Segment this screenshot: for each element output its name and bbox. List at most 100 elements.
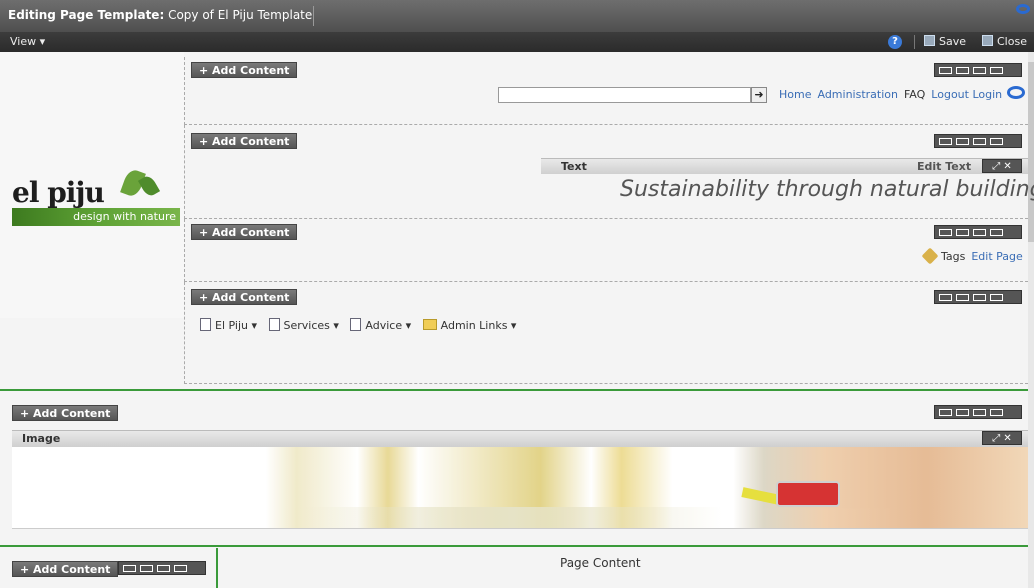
tags-link[interactable]: Tags: [941, 250, 965, 263]
photo-wall: [302, 507, 722, 528]
add-content-button[interactable]: + Add Content: [191, 224, 298, 240]
layout-rows-icon[interactable]: [939, 67, 952, 74]
page-icon: [200, 318, 211, 331]
title-divider: [313, 6, 314, 26]
site-navigation: El Piju ▾ Services ▾ Advice ▾ Admin Link…: [200, 318, 524, 332]
layout-rows-icon[interactable]: [123, 565, 136, 572]
nav-link-home[interactable]: Home: [779, 88, 811, 101]
edit-page-link[interactable]: Edit Page: [971, 250, 1022, 263]
search-input[interactable]: [498, 87, 751, 103]
save-button[interactable]: Save: [924, 35, 966, 48]
layout-columns-icon[interactable]: [973, 138, 986, 145]
layout-rows-icon[interactable]: [956, 229, 969, 236]
logo-tagline: design with nature: [12, 208, 180, 226]
layout-controls[interactable]: [934, 63, 1022, 77]
add-content-button[interactable]: + Add Content: [191, 133, 298, 149]
layout-rows-icon[interactable]: [939, 229, 952, 236]
nav-link-logout-login[interactable]: Logout Login: [931, 88, 1002, 101]
close-label: Close: [997, 35, 1027, 48]
nav-menu-advice[interactable]: Advice ▾: [350, 318, 412, 332]
content-divider: [0, 545, 1028, 547]
scrollbar-thumb[interactable]: [1028, 62, 1034, 242]
header-region-tags: [184, 219, 1028, 282]
view-menu[interactable]: View ▾: [10, 35, 45, 48]
layout-controls[interactable]: [118, 561, 206, 575]
editor-title: Editing Page Template: Copy of El Piju T…: [8, 8, 312, 22]
banner-image: [12, 447, 1028, 529]
layout-columns-icon[interactable]: [157, 565, 170, 572]
page-content-label: Page Content: [560, 556, 641, 570]
help-icon[interactable]: ?: [888, 35, 902, 49]
nav-menu-label: Admin Links ▾: [440, 319, 517, 332]
layout-rows-icon[interactable]: [939, 294, 952, 301]
search-go-button[interactable]: ➜: [751, 87, 767, 103]
banner-photo: [12, 447, 1028, 528]
tags-row: Tags Edit Page: [921, 247, 1023, 265]
layout-controls[interactable]: [934, 290, 1022, 304]
menubar-divider: [914, 35, 915, 49]
layout-controls[interactable]: [934, 225, 1022, 239]
layout-rows-icon[interactable]: [956, 409, 969, 416]
page-icon: [350, 318, 362, 331]
layout-columns-icon[interactable]: [990, 229, 1003, 236]
logo-leaf-icon: [137, 173, 161, 199]
body-column-divider: [216, 548, 218, 588]
page-icon: [268, 318, 280, 331]
editor-titlebar: Editing Page Template: Copy of El Piju T…: [0, 0, 1034, 32]
header-divider: [0, 389, 1028, 391]
layout-columns-icon[interactable]: [990, 294, 1003, 301]
add-content-button[interactable]: + Add Content: [191, 62, 298, 78]
add-content-button[interactable]: + Add Content: [12, 561, 119, 577]
layout-columns-icon[interactable]: [973, 229, 986, 236]
tag-icon: [921, 247, 939, 265]
layout-columns-icon[interactable]: [973, 294, 986, 301]
layout-columns-icon[interactable]: [990, 138, 1003, 145]
oracle-ring-icon: [1007, 86, 1025, 99]
nav-menu-label: Advice ▾: [365, 319, 412, 332]
layout-columns-icon[interactable]: [174, 565, 187, 572]
nav-link-faq[interactable]: FAQ: [904, 88, 925, 101]
layout-columns-icon[interactable]: [990, 67, 1003, 74]
layout-columns-icon[interactable]: [973, 409, 986, 416]
layout-columns-icon[interactable]: [990, 409, 1003, 416]
nav-menu-label: Services ▾: [283, 319, 339, 332]
layout-rows-icon[interactable]: [956, 67, 969, 74]
layout-controls[interactable]: [934, 405, 1022, 419]
title-prefix: Editing Page Template:: [8, 8, 165, 22]
add-content-button[interactable]: + Add Content: [191, 289, 298, 305]
edit-text-link[interactable]: Edit Text: [917, 160, 971, 173]
save-label: Save: [939, 35, 967, 48]
nav-menu-label: El Piju ▾: [215, 319, 257, 332]
close-icon: [982, 35, 993, 46]
vertical-scrollbar[interactable]: [1028, 52, 1034, 588]
template-name: Copy of El Piju Template: [168, 8, 313, 22]
layout-rows-icon[interactable]: [956, 294, 969, 301]
add-content-button[interactable]: + Add Content: [12, 405, 119, 421]
nav-menu-el-piju[interactable]: El Piju ▾: [200, 318, 257, 332]
text-portlet-label: Text: [561, 160, 587, 173]
photo-tape-measure: [776, 481, 840, 507]
portlet-controls[interactable]: ⤢ ✕: [982, 159, 1022, 173]
layout-rows-icon[interactable]: [140, 565, 153, 572]
logo-word: el piju: [12, 176, 105, 209]
layout-rows-icon[interactable]: [939, 138, 952, 145]
portlet-controls[interactable]: ⤢ ✕: [982, 431, 1022, 445]
editor-root: Editing Page Template: Copy of El Piju T…: [0, 0, 1034, 588]
nav-link-administration[interactable]: Administration: [817, 88, 898, 101]
site-logo: el piju design with nature: [12, 167, 180, 242]
nav-menu-services[interactable]: Services ▾: [268, 318, 339, 332]
layout-rows-icon[interactable]: [956, 138, 969, 145]
image-portlet-header: Image: [12, 430, 1028, 447]
text-portlet-header: Text Edit Text: [541, 158, 1028, 174]
folder-icon: [422, 319, 437, 330]
layout-rows-icon[interactable]: [939, 409, 952, 416]
image-portlet-label: Image: [22, 432, 61, 445]
site-tagline: Sustainability through natural building: [620, 177, 1034, 202]
nav-menu-admin-links[interactable]: Admin Links ▾: [422, 319, 517, 332]
editor-menubar: View ▾ ? Save Close: [0, 32, 1034, 52]
layout-controls[interactable]: [934, 134, 1022, 148]
close-button[interactable]: Close: [982, 35, 1027, 48]
header-nav-links: Home Administration FAQ Logout Login: [779, 88, 1008, 101]
header-region-nav: [184, 282, 1028, 384]
layout-columns-icon[interactable]: [973, 67, 986, 74]
